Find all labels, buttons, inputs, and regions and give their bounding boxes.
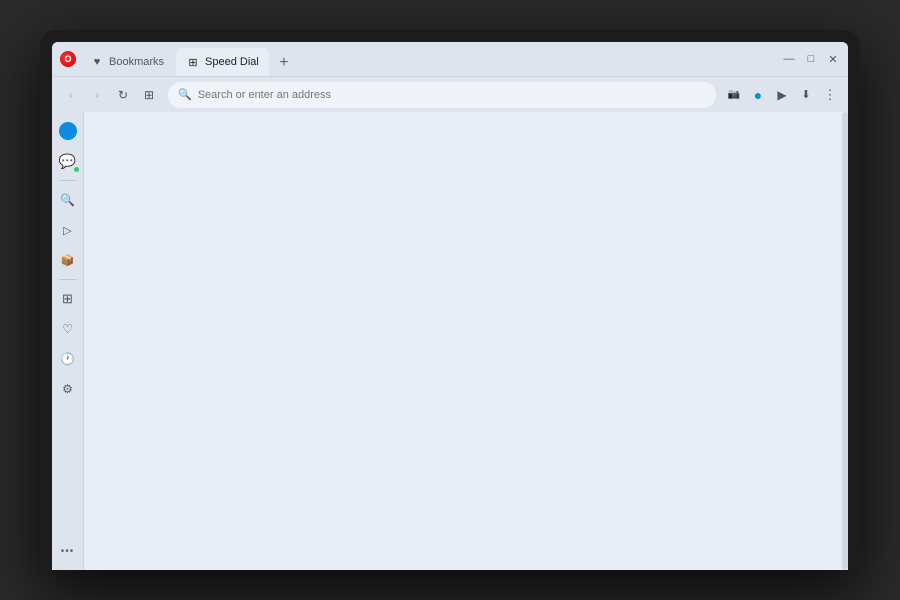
laptop-screen: O ♥ Bookmarks ⊞ Speed Dial + [52,42,848,570]
download-button[interactable]: ⬇ [796,85,816,105]
history-icon: 🕐 [60,352,75,366]
wishlist-icon: ♡ [62,322,73,336]
sidebar-divider-2 [59,279,77,280]
window-controls: — □ ✕ [782,52,840,66]
play-button[interactable]: ▶ [772,85,792,105]
opera-logo-icon[interactable]: O [60,51,76,67]
bookmarks-tab-icon: ♥ [90,55,104,69]
sidebar: 💬 🔍 ▷ 📦 ⊞ ♡ [52,112,84,570]
sidebar-divider-1 [59,180,77,181]
sidebar-item-apps[interactable]: ⊞ [55,286,81,312]
search-icon: 🔍 [178,88,192,101]
forward-button[interactable]: › [86,84,108,106]
back-icon: ‹ [69,88,73,102]
aria-icon: ▷ [63,224,71,237]
sidebar-item-whatsapp[interactable]: 💬 [55,148,81,174]
scrollbar-track[interactable] [842,112,848,570]
address-bar: ‹ › ↻ ⊞ 🔍 📷 ● [52,76,848,112]
speed-dial-tab-label: Speed Dial [205,56,259,68]
refresh-icon: ↻ [118,88,128,102]
tab-speed-dial[interactable]: ⊞ Speed Dial [176,48,269,76]
refresh-button[interactable]: ↻ [112,84,134,106]
apps-icon: ⊞ [62,291,73,307]
vpn-status-indicator[interactable]: ● [748,85,768,105]
menu-button[interactable]: ⋮ [820,85,840,105]
extensions-button[interactable]: ⊞ [138,84,160,106]
address-input[interactable] [198,89,706,101]
new-tab-icon: + [279,54,288,72]
maximize-button[interactable]: □ [804,52,818,66]
content-area [84,112,848,570]
sidebar-item-more[interactable]: ••• [55,538,81,564]
player-icon: 📦 [61,254,75,267]
laptop-shell: O ♥ Bookmarks ⊞ Speed Dial + [40,30,860,570]
extensions-icon: ⊞ [144,88,154,102]
forward-icon: › [95,88,99,102]
sidebar-item-aria[interactable]: ▷ [55,217,81,243]
profile-icon [59,122,77,140]
search-sidebar-icon: 🔍 [60,193,75,207]
speed-dial-tab-icon: ⊞ [186,55,200,69]
address-right-icons: 📷 ● ▶ ⬇ ⋮ [724,85,840,105]
back-button[interactable]: ‹ [60,84,82,106]
tabs-area: ♥ Bookmarks ⊞ Speed Dial + [80,42,778,76]
close-button[interactable]: ✕ [826,52,840,66]
bookmarks-tab-label: Bookmarks [109,56,164,68]
sidebar-item-profile[interactable] [55,118,81,144]
settings-icon: ⚙ [62,382,73,396]
title-bar: O ♥ Bookmarks ⊞ Speed Dial + [52,42,848,76]
tab-bookmarks[interactable]: ♥ Bookmarks [80,48,174,76]
more-icon: ••• [61,546,75,557]
sidebar-item-settings[interactable]: ⚙ [55,376,81,402]
whatsapp-badge [73,166,80,173]
new-tab-button[interactable]: + [271,50,297,76]
minimize-button[interactable]: — [782,52,796,66]
sidebar-item-search[interactable]: 🔍 [55,187,81,213]
address-input-wrap[interactable]: 🔍 [168,82,716,108]
sidebar-item-wishlist[interactable]: ♡ [55,316,81,342]
camera-icon-button[interactable]: 📷 [724,85,744,105]
main-layout: 💬 🔍 ▷ 📦 ⊞ ♡ [52,112,848,570]
sidebar-item-history[interactable]: 🕐 [55,346,81,372]
sidebar-item-player[interactable]: 📦 [55,247,81,273]
